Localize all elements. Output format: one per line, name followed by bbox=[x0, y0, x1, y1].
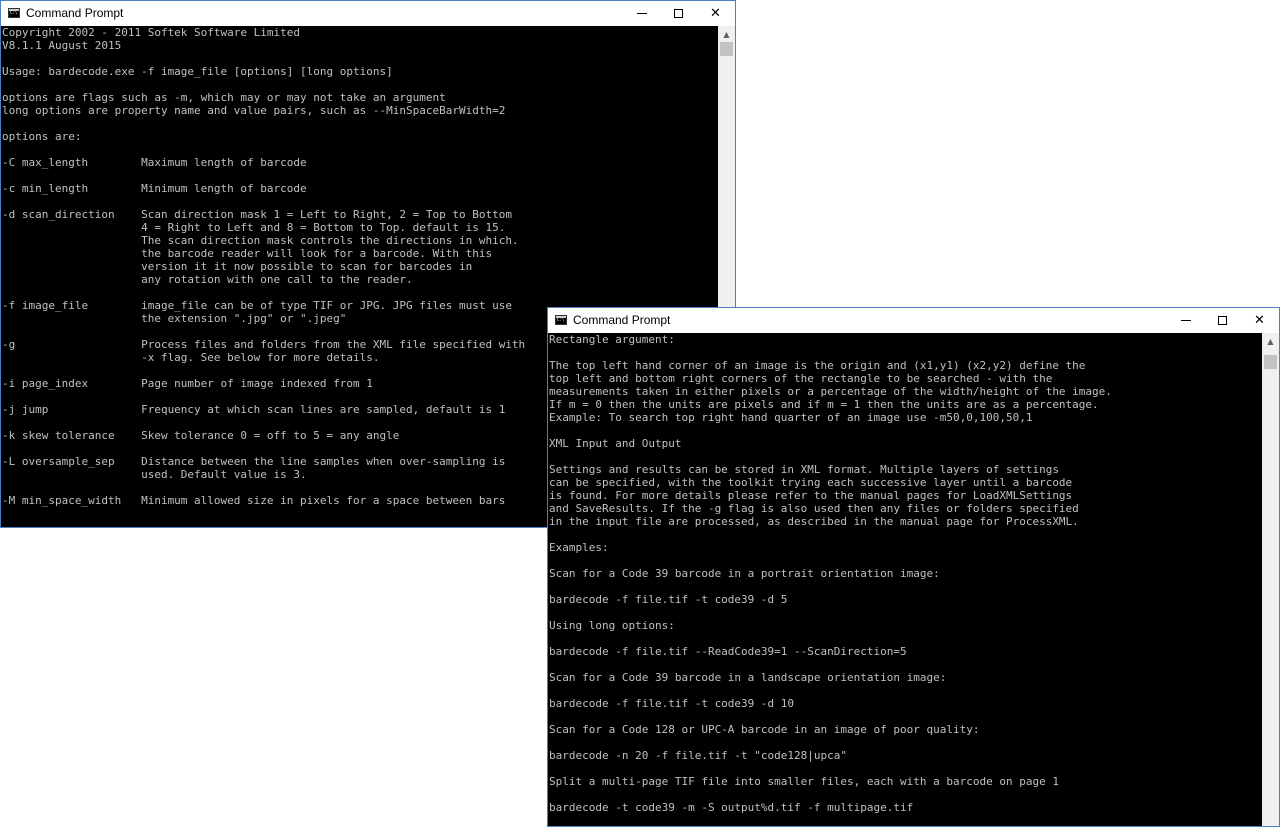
console-line: can be specified, with the toolkit tryin… bbox=[549, 476, 1073, 489]
console-line: bardecode -f file.tif -t code39 -d 10 bbox=[549, 697, 795, 710]
minimize-button[interactable] bbox=[623, 1, 660, 26]
console-line: is found. For more details please refer … bbox=[549, 489, 1073, 502]
console-line: options are: bbox=[2, 130, 82, 143]
scrollbar-thumb[interactable] bbox=[720, 42, 733, 56]
scroll-up-arrow-icon[interactable]: ▲ bbox=[1262, 333, 1279, 349]
title-bar[interactable]: Command Prompt bbox=[548, 308, 1279, 333]
console-line: bardecode -n 20 -f file.tif -t "code128|… bbox=[549, 749, 848, 762]
console-line: long options are property name and value… bbox=[2, 104, 506, 117]
scrollbar-thumb[interactable] bbox=[1264, 355, 1277, 369]
console-line: options are flags such as -m, which may … bbox=[2, 91, 446, 104]
console-line: in the input file are processed, as desc… bbox=[549, 515, 1079, 528]
console-line: Split a multi-page TIF file into smaller… bbox=[549, 775, 1059, 788]
console-line: -C max_length Maximum length of barcode bbox=[2, 156, 307, 169]
console-line: Copyright 2002 - 2011 Softek Software Li… bbox=[2, 26, 301, 39]
console-line: 4 = Right to Left and 8 = Bottom to Top.… bbox=[2, 221, 506, 234]
window-title: Command Prompt bbox=[573, 313, 671, 327]
maximize-button[interactable] bbox=[660, 1, 697, 26]
minimize-button[interactable] bbox=[1167, 308, 1204, 333]
console-line: The scan direction mask controls the dir… bbox=[2, 234, 519, 247]
window-title: Command Prompt bbox=[26, 6, 124, 20]
console-line: bardecode -t code39 -m -S output%d.tif -… bbox=[549, 801, 914, 814]
console-line: bardecode -f file.tif -t code39 -d 5 bbox=[549, 593, 788, 606]
console-line: The top left hand corner of an image is … bbox=[549, 359, 1086, 372]
console-line: Using long options: bbox=[549, 619, 675, 632]
console-line: Example: To search top right hand quarte… bbox=[549, 411, 1033, 424]
command-prompt-window-2[interactable]: Command Prompt Rectangle argument: The to… bbox=[547, 307, 1280, 827]
console-line: version it it now possible to scan for b… bbox=[2, 260, 473, 273]
console-app-icon bbox=[8, 8, 20, 18]
console-line: bardecode -f file.tif --ReadCode39=1 --S… bbox=[549, 645, 907, 658]
vertical-scrollbar[interactable]: ▲ bbox=[1262, 333, 1279, 826]
console-line: If m = 0 then the units are pixels and i… bbox=[549, 398, 1099, 411]
console-line: top left and bottom right corners of the… bbox=[549, 372, 1053, 385]
close-button[interactable] bbox=[1241, 308, 1278, 333]
console-line: Usage: bardecode.exe -f image_file [opti… bbox=[2, 65, 393, 78]
console-line: XML Input and Output bbox=[549, 437, 682, 450]
maximize-button[interactable] bbox=[1204, 308, 1241, 333]
console-line: any rotation with one call to the reader… bbox=[2, 273, 413, 286]
console-output[interactable]: Rectangle argument: The top left hand cor… bbox=[548, 333, 1262, 826]
title-bar[interactable]: Command Prompt bbox=[1, 1, 735, 26]
console-line: Settings and results can be stored in XM… bbox=[549, 463, 1059, 476]
console-line: -c min_length Minimum length of barcode bbox=[2, 182, 307, 195]
close-button[interactable] bbox=[697, 1, 734, 26]
console-line: measurements taken in either pixels or a… bbox=[549, 385, 1112, 398]
console-line: Scan for a Code 128 or UPC-A barcode in … bbox=[549, 723, 980, 736]
console-line: and SaveResults. If the -g flag is also … bbox=[549, 502, 1079, 515]
scroll-up-arrow-icon[interactable]: ▲ bbox=[718, 26, 735, 42]
console-line: -d scan_direction Scan direction mask 1 … bbox=[2, 208, 512, 221]
console-line: Scan for a Code 39 barcode in a landscap… bbox=[549, 671, 947, 684]
console-line: Scan for a Code 39 barcode in a portrait… bbox=[549, 567, 940, 580]
console-app-icon bbox=[555, 315, 567, 325]
console-line: Examples: bbox=[549, 541, 609, 554]
console-line: V8.1.1 August 2015 bbox=[2, 39, 122, 52]
console-line: the barcode reader will look for a barco… bbox=[2, 247, 493, 260]
console-line: Rectangle argument: bbox=[549, 333, 675, 346]
